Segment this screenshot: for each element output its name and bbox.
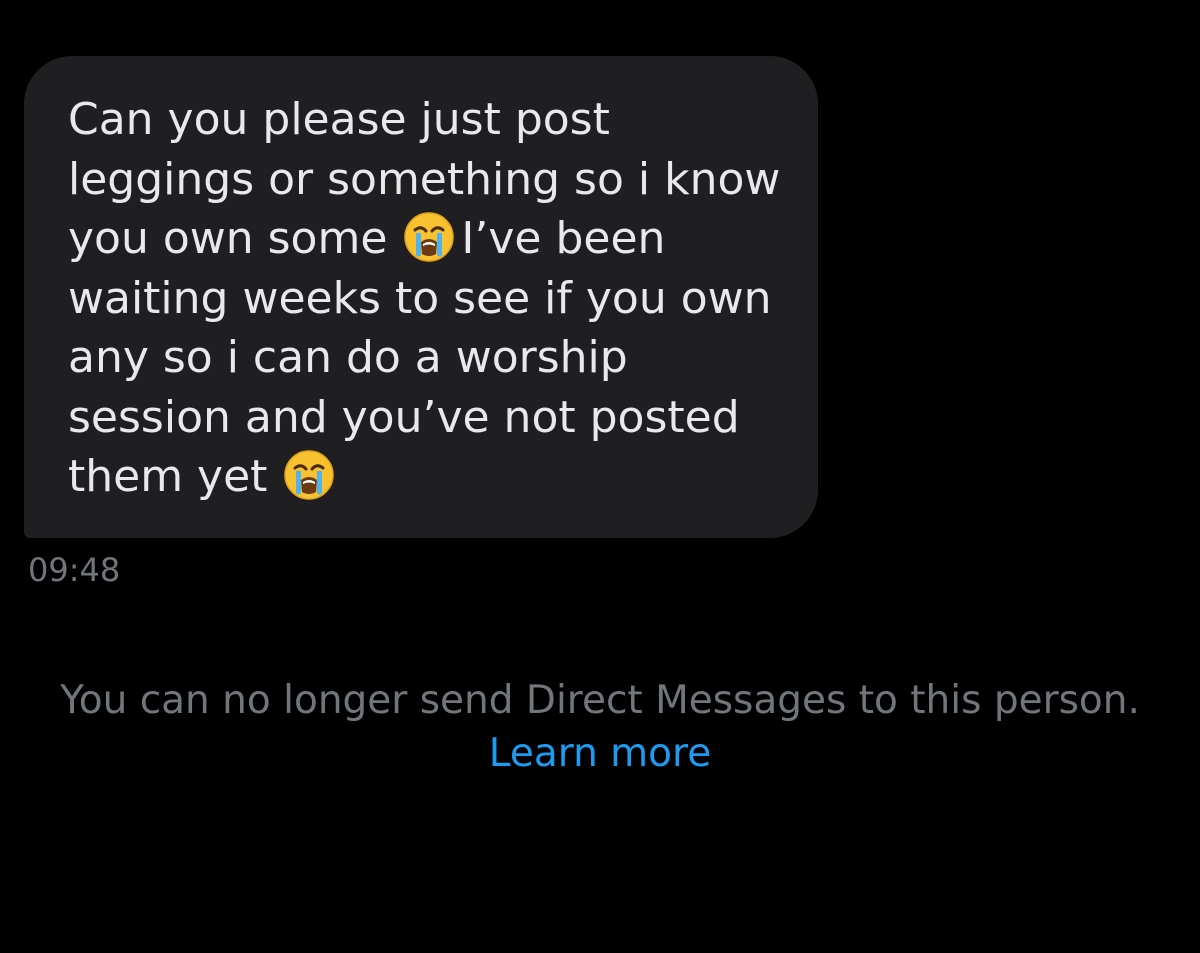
message-line-segment: them yet [68,451,268,502]
loudly-crying-face-icon [283,449,335,501]
message-line: them yet [68,447,808,507]
message-line: any so i can do a worship [68,332,628,383]
learn-more-link[interactable]: Learn more [0,728,1200,780]
message-line: waiting weeks to see if you own [68,272,772,324]
loudly-crying-face-icon [403,211,455,263]
message-timestamp: 09:48 [28,551,121,589]
message-line: leggings or something so i know [68,153,781,205]
message-line-segment: I’ve been [461,213,666,264]
message-line: Can you please just post [68,94,610,145]
message-text: Can you please just post leggings or som… [68,90,808,507]
message-line-segment: you own some [68,213,388,264]
message-line: you own some I’ve been [68,209,808,269]
message-line: session and you’ve not posted [68,391,740,443]
blocked-notice: You can no longer send Direct Messages t… [60,678,1140,723]
